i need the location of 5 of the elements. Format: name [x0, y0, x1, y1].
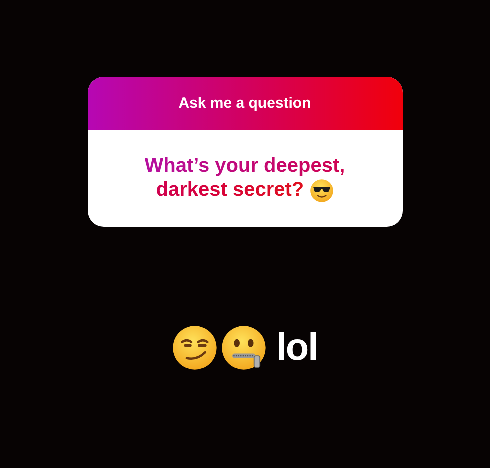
smirking-face-icon: [172, 325, 218, 371]
reply-text: lol: [276, 326, 318, 370]
zipper-mouth-face-icon: [221, 325, 268, 371]
card-title: Ask me a question: [178, 95, 312, 112]
sunglasses-face-icon: [310, 178, 334, 203]
